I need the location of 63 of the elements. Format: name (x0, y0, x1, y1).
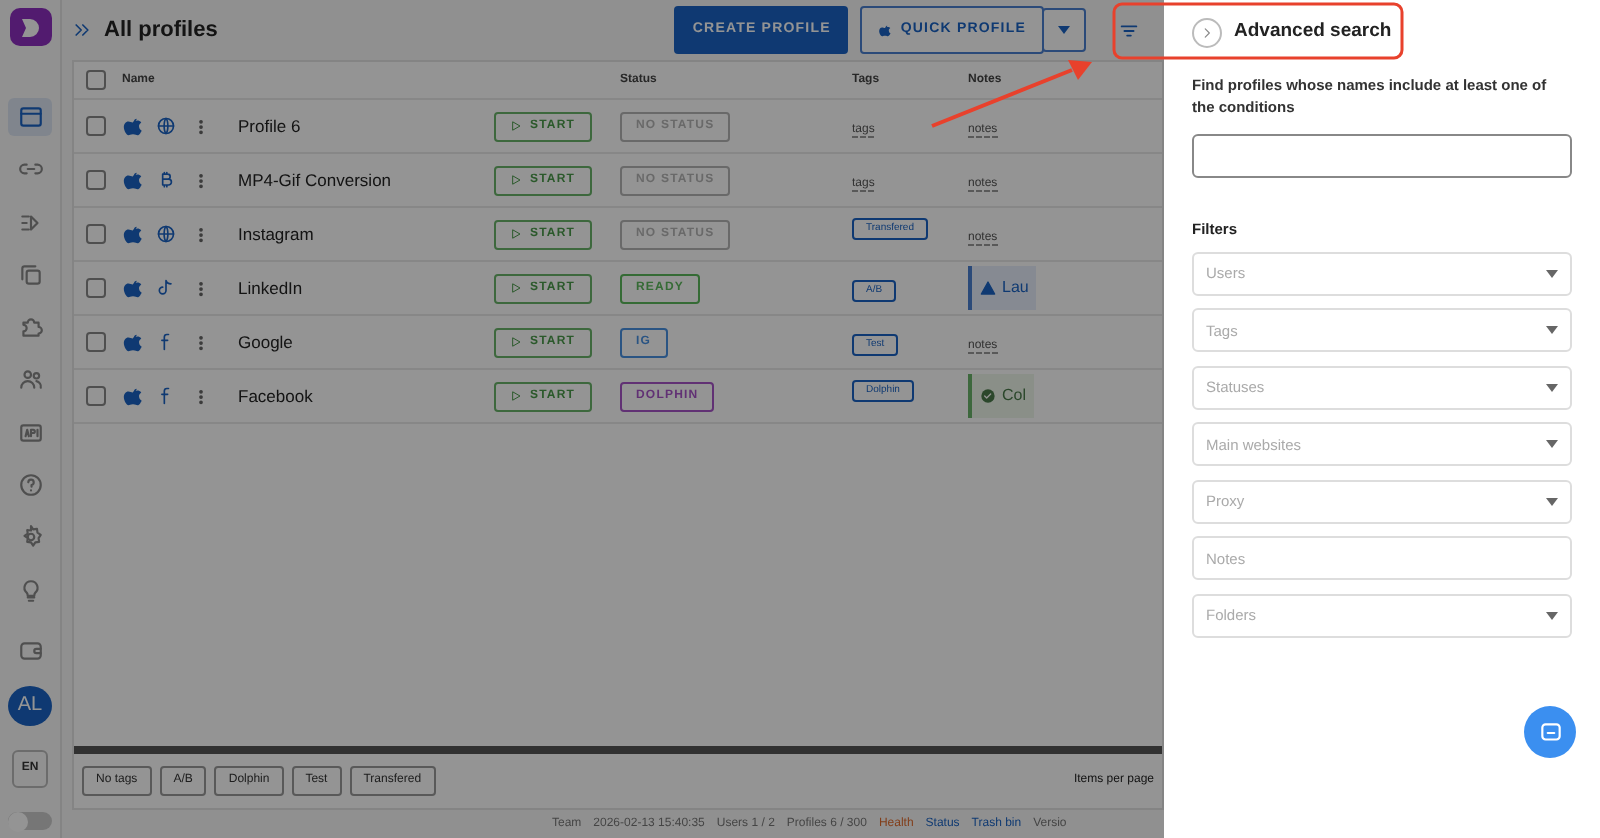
apple-icon (122, 169, 144, 191)
play-icon (510, 174, 522, 186)
page-title: All profiles (104, 15, 218, 46)
bitcoin-icon (156, 170, 176, 190)
play-icon (510, 282, 522, 294)
lightbulb-icon (17, 577, 43, 604)
profile-name: Instagram (238, 221, 314, 247)
chat-icon (1537, 719, 1563, 745)
apple-icon (122, 331, 144, 353)
row-checkbox[interactable] (86, 332, 106, 352)
arrow-icon (17, 209, 43, 236)
profile-name: Google (238, 329, 293, 355)
select-all-checkbox[interactable] (86, 70, 106, 90)
theme-toggle[interactable] (8, 811, 52, 830)
row-checkbox[interactable] (86, 116, 106, 136)
sidebar-item[interactable] (8, 98, 52, 136)
row-checkbox[interactable] (86, 224, 106, 244)
play-icon (510, 336, 522, 348)
play-icon (510, 120, 522, 132)
collapse-button[interactable] (1192, 17, 1222, 47)
row-checkbox[interactable] (86, 386, 106, 406)
profile-name: Facebook (238, 383, 313, 409)
caret-icon (1058, 26, 1070, 34)
dropdown-button[interactable] (1042, 8, 1086, 52)
apple-icon (122, 385, 144, 407)
apple-icon (122, 223, 144, 245)
api-icon (17, 419, 43, 446)
apple-icon (122, 277, 144, 299)
avatar[interactable]: AL (8, 685, 52, 726)
music-note-icon (156, 278, 176, 298)
horizontal-scrollbar[interactable] (74, 746, 1162, 754)
caret-icon (1546, 611, 1558, 620)
row-checkbox[interactable] (86, 278, 106, 298)
apple-icon (878, 23, 893, 37)
globe-icon (156, 116, 176, 136)
play-icon (510, 228, 522, 240)
row-checkbox[interactable] (86, 170, 106, 190)
check-circle-icon (980, 388, 996, 404)
caret-icon (1546, 269, 1558, 278)
puzzle-icon (17, 314, 43, 341)
caret-icon (1546, 383, 1558, 392)
caret-icon (1546, 326, 1558, 335)
users-icon (17, 366, 43, 393)
wallet-icon (17, 638, 43, 665)
caret-icon (1546, 440, 1558, 449)
note-callout[interactable]: Col (968, 374, 1035, 418)
drawer-title: Advanced search (1234, 17, 1392, 46)
name-search-field[interactable] (1192, 133, 1572, 177)
browser-icon (17, 103, 43, 130)
copy-icon (17, 261, 43, 288)
profile-name: Profile 6 (238, 113, 301, 139)
warning-icon (980, 280, 996, 296)
expand-icon[interactable] (72, 20, 92, 40)
chevron-right-icon (1200, 25, 1214, 39)
note-callout[interactable]: Lau (968, 266, 1037, 310)
play-icon (510, 390, 522, 402)
caret-icon (1546, 497, 1558, 506)
app-logo[interactable] (9, 8, 51, 47)
profile-name: MP4-Gif Conversion (238, 167, 392, 193)
help-icon (17, 472, 43, 499)
apple-icon (122, 115, 144, 137)
profile-name: LinkedIn (238, 275, 303, 301)
globe-icon (156, 224, 176, 244)
